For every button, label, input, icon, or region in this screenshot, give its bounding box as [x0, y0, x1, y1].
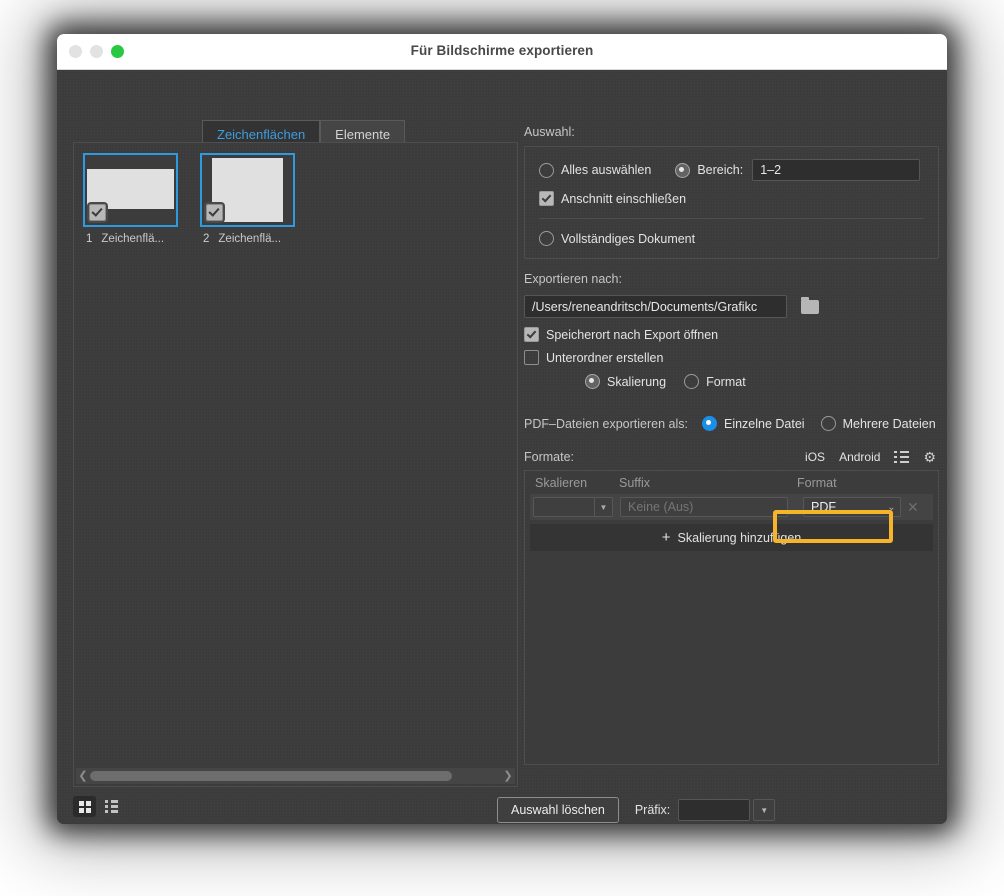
- create-subfolder-row: Unterordner erstellen: [524, 350, 939, 365]
- format-select[interactable]: PDF ⌄: [803, 497, 901, 517]
- select-all-radio[interactable]: [539, 162, 554, 178]
- tab-zeichenflaechen-label: Zeichenflächen: [217, 127, 306, 142]
- format-select-value: PDF: [811, 500, 836, 514]
- plus-icon: +: [661, 529, 671, 546]
- artboard-panel: 1 Zeichenflä... 2 Zeichenflä... ❮ ❯: [73, 142, 518, 787]
- screenshot-root: Für Bildschirme exportieren Zeichenfläch…: [0, 0, 1004, 896]
- scaling-format-row: Skalierung Format: [524, 374, 939, 389]
- export-options-panel: Auswahl: Alles auswählen Bereich: Anschn…: [524, 72, 939, 782]
- formats-header-row: Formate: iOS Android ⚙: [524, 450, 939, 464]
- prefix-chevron-down-icon: ▼: [760, 805, 769, 815]
- artboard-label-2: 2 Zeichenflä...: [200, 233, 297, 245]
- artboard-name-2: Zeichenflä...: [218, 233, 282, 245]
- artboard-preview-1: [87, 169, 174, 209]
- artboard-checkbox-1[interactable]: [89, 204, 106, 221]
- artboard-label-1: 1 Zeichenflä...: [83, 233, 180, 245]
- multiple-files-radio[interactable]: [820, 416, 836, 431]
- artboard-thumbnail-1[interactable]: [83, 153, 178, 227]
- export-path-input[interactable]: [524, 295, 787, 318]
- prefix-select[interactable]: [678, 799, 751, 821]
- list-icon[interactable]: [894, 451, 910, 463]
- gear-icon[interactable]: ⚙: [923, 450, 936, 464]
- pdf-export-as-row: PDF–Dateien exportieren als: Einzelne Da…: [524, 416, 936, 431]
- range-label: Bereich:: [697, 163, 744, 177]
- list-view-icon: [105, 800, 118, 813]
- grid-view-icon: [78, 800, 91, 813]
- formats-heading: Formate:: [524, 450, 575, 464]
- formats-table-header: Skalieren Suffix Format: [525, 471, 938, 494]
- artboard-thumbnail-2[interactable]: [200, 153, 295, 227]
- create-subfolder-label: Unterordner erstellen: [546, 350, 664, 365]
- remove-format-row-icon[interactable]: ✕: [907, 499, 919, 516]
- preset-ios-button[interactable]: iOS: [805, 450, 825, 464]
- table-row: ▼ PDF ⌄ ✕: [530, 494, 933, 520]
- artboard-thumbnail-list: 1 Zeichenflä... 2 Zeichenflä...: [83, 153, 297, 245]
- artboard-checkbox-2[interactable]: [206, 204, 223, 221]
- suffix-input[interactable]: [620, 497, 788, 517]
- preset-android-button[interactable]: Android: [839, 450, 880, 464]
- column-header-skalieren: Skalieren: [535, 476, 588, 490]
- artboard-item-2[interactable]: 2 Zeichenflä...: [200, 153, 297, 245]
- range-radio[interactable]: [675, 162, 691, 178]
- view-mode-toggle-group: [73, 796, 123, 817]
- selection-first-row: Alles auswählen Bereich:: [539, 159, 924, 181]
- pdf-export-as-label: PDF–Dateien exportieren als:: [524, 416, 688, 431]
- multiple-files-label: Mehrere Dateien: [842, 416, 936, 431]
- formats-preset-controls: iOS Android ⚙: [805, 450, 936, 464]
- open-location-row: Speicherort nach Export öffnen: [524, 327, 939, 342]
- add-scaling-button[interactable]: + Skalierung hinzufügen: [530, 524, 933, 551]
- selection-divider: [539, 218, 924, 219]
- prefix-label: Präfix:: [634, 803, 671, 817]
- scaling-radio[interactable]: [585, 374, 600, 389]
- export-path-row: [524, 295, 939, 318]
- prefix-dropdown-button[interactable]: ▼: [753, 799, 776, 821]
- format-chevron-down-icon[interactable]: ⌄: [883, 498, 900, 516]
- open-location-checkbox[interactable]: [524, 327, 539, 342]
- include-bleed-label: Anschnitt einschließen: [561, 191, 687, 206]
- single-file-label: Einzelne Datei: [723, 416, 805, 431]
- export-for-screens-dialog: Für Bildschirme exportieren Zeichenfläch…: [57, 34, 947, 824]
- dialog-body: Zeichenflächen Elemente 1 Zeichenflä... …: [57, 70, 947, 824]
- add-scaling-label: Skalierung hinzufügen: [677, 530, 802, 545]
- full-document-row: Vollständiges Dokument: [539, 231, 924, 246]
- selection-heading: Auswahl:: [524, 125, 575, 139]
- scroll-right-arrow-icon[interactable]: ❯: [501, 770, 515, 782]
- scaling-label: Skalierung: [607, 374, 667, 389]
- clear-selection-button[interactable]: Auswahl löschen: [497, 797, 619, 823]
- scrollbar-track[interactable]: [90, 771, 501, 781]
- bleed-row: Anschnitt einschließen: [539, 191, 924, 206]
- create-subfolder-checkbox[interactable]: [524, 350, 539, 365]
- range-input[interactable]: [752, 159, 921, 181]
- tab-elemente-label: Elemente: [335, 127, 391, 142]
- folder-icon[interactable]: [801, 296, 819, 314]
- formats-table: Skalieren Suffix Format ▼ PDF: [524, 470, 939, 765]
- full-document-radio[interactable]: [539, 231, 554, 246]
- scrollbar-thumb[interactable]: [90, 771, 452, 781]
- export-to-heading: Exportieren nach:: [524, 272, 622, 286]
- artboard-name-1: Zeichenflä...: [101, 233, 165, 245]
- format-label: Format: [706, 374, 746, 389]
- bottom-controls-row: Auswahl löschen Präfix: ▼: [497, 797, 776, 823]
- selection-group: Alles auswählen Bereich: Anschnitt einsc…: [524, 146, 939, 259]
- title-bar: Für Bildschirme exportieren: [57, 34, 947, 70]
- select-all-label: Alles auswählen: [561, 163, 652, 177]
- format-radio[interactable]: [684, 374, 700, 389]
- chevron-down-icon[interactable]: ▼: [594, 498, 612, 516]
- include-bleed-checkbox[interactable]: [539, 191, 554, 206]
- list-view-button[interactable]: [100, 796, 123, 817]
- full-document-label: Vollständiges Dokument: [561, 231, 696, 246]
- open-location-label: Speicherort nach Export öffnen: [546, 327, 719, 342]
- column-header-format: Format: [797, 476, 837, 490]
- artboard-number-1: 1: [86, 233, 93, 245]
- artboard-horizontal-scrollbar[interactable]: ❮ ❯: [76, 768, 515, 784]
- window-title: Für Bildschirme exportieren: [410, 43, 594, 58]
- single-file-radio[interactable]: [701, 416, 717, 431]
- grid-view-button[interactable]: [73, 796, 96, 817]
- artboard-item-1[interactable]: 1 Zeichenflä...: [83, 153, 180, 245]
- scroll-left-arrow-icon[interactable]: ❮: [76, 770, 90, 782]
- artboard-number-2: 2: [203, 233, 210, 245]
- column-header-suffix: Suffix: [619, 476, 651, 490]
- scale-select[interactable]: ▼: [533, 497, 613, 517]
